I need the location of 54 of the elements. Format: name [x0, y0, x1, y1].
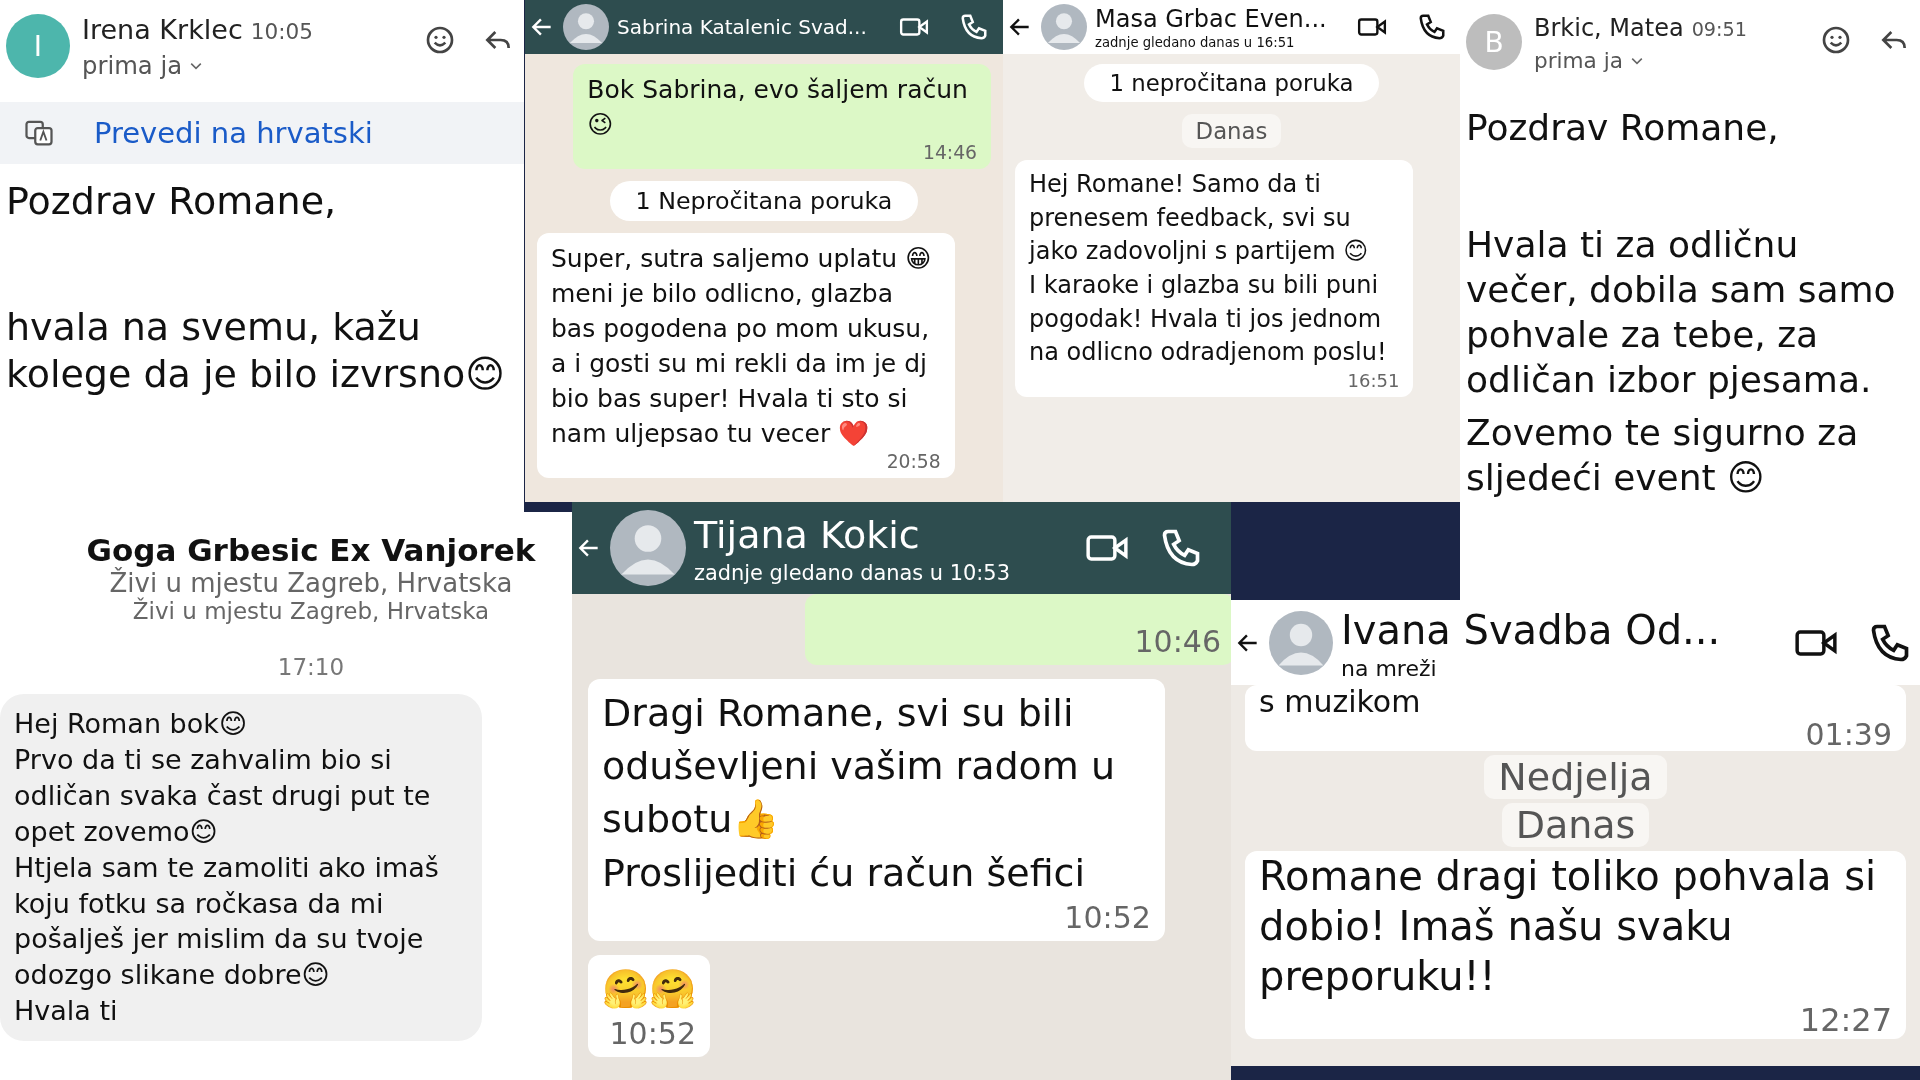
message-time: 10:46 [1134, 624, 1221, 659]
avatar [1269, 610, 1333, 675]
contact-status: zadnje gledano danas u 10:53 [694, 560, 1011, 585]
email-paragraph: Zovemo te sigurno za sljedeći event 😊 [1466, 411, 1860, 500]
message-text: Dragi Romane, svi su bili oduševljeni vašim radom u subotu👍 Proslijediti ću račun šefici [602, 690, 1117, 897]
message-time: 10:52 [1064, 899, 1151, 935]
contact-status: na mreži [1341, 656, 1438, 681]
contact-name: Masa Grbac Even... [1095, 4, 1327, 35]
date-label: Danas [1501, 803, 1650, 847]
avatar: B [1466, 14, 1522, 70]
message-text: 🤗🤗 [602, 965, 696, 1013]
contact-status: zadnje gledano danas u 16:51 [1095, 35, 1296, 51]
contact-name: Goga Grbesic Ex Vanjorek [86, 532, 536, 568]
email-time: 09:51 [1691, 18, 1747, 41]
sender-name: Irena Krklec [82, 14, 243, 45]
contact-name: Ivana Svadba Od... [1341, 606, 1722, 655]
sender-name: Brkic, Matea [1534, 14, 1684, 42]
location-text: Živi u mjestu Zagreb, Hrvatska [132, 598, 490, 624]
message-time: 16:51 [1347, 369, 1400, 391]
message-time: 12:27 [1799, 1001, 1892, 1039]
message-time: 20:58 [886, 451, 941, 472]
avatar [1041, 4, 1087, 51]
email-paragraph: Pozdrav Romane, [1466, 106, 1780, 150]
avatar [563, 4, 609, 50]
unread-banner: 1 nepročitana poruka [1083, 64, 1380, 103]
emoji-icon[interactable] [1820, 24, 1852, 56]
email-paragraph: hvala na svemu, kažu kolege da je bilo izvrsno😊 [6, 303, 506, 398]
unread-banner: 1 Nepročitana poruka [609, 181, 919, 221]
location-text: Živi u mjestu Zagreb, Hrvatska [109, 568, 513, 598]
contact-name: Sabrina Katalenic Svad... [617, 14, 868, 40]
message-text: s muzikom [1259, 685, 1422, 718]
message-text: Romane dragi toliko pohvala si dobio! Imaš našu svaku preporuku!! [1259, 852, 1878, 1001]
caret-icon[interactable] [1630, 56, 1643, 65]
message-text: Super, sutra saljemo uplatu 😁 meni je bilo odlicno, glazba bas pogodena po mom ukusu, a i gosti su mi rekli da im je dj bio bas super! Hvala ti sto si nam uljepsao tu vecer ❤ [551, 243, 933, 450]
message-text: Hej Romane! Samo da ti prenesem feedback, svi su jako zadovoljni s partijem 😊 I karaoke i glazba su bili puni pogodak! Hvala ti jos jednom na odlicno odradjenom poslu! [1029, 169, 1388, 369]
avatar: I [6, 14, 70, 78]
email-time: 10:05 [250, 19, 313, 44]
phone-icon[interactable] [959, 12, 989, 42]
message-text: Hej Roman bok😊 Prvo da ti se zahvalim bio si odličan svaka čast drugi put te opet zovemo😊 Htjela sam te zamoliti ako imaš koju fotku sa ročkasa da mi pošalješ jer mislim da su tvoje odozgo slikane dobre😊 Hvala ti [14, 707, 440, 1029]
caret-icon[interactable] [190, 61, 203, 70]
message-time: 01:39 [1805, 718, 1892, 751]
message-time: 17:10 [277, 654, 345, 680]
email-paragraph: Pozdrav Romane, [6, 178, 338, 225]
message-text: Bok Sabrina, evo šaljem račun 😉 [587, 74, 969, 141]
emoji-icon[interactable] [424, 24, 456, 56]
message-time: 14:46 [922, 142, 977, 163]
contact-name: Tijana Kokic [694, 512, 921, 560]
translate-icon[interactable] [24, 118, 54, 148]
message-time: 10:52 [609, 1015, 696, 1051]
date-label: Nedjelja [1484, 755, 1667, 799]
date-label: Danas [1181, 114, 1282, 149]
email-paragraph: Hvala ti za odličnu večer, dobila sam samo pohvale za tebe, za odličan izbor pjesama. [1466, 223, 1897, 402]
recipient-dropdown[interactable]: prima ja [82, 51, 398, 80]
recipient-dropdown[interactable]: prima ja [1534, 48, 1794, 73]
